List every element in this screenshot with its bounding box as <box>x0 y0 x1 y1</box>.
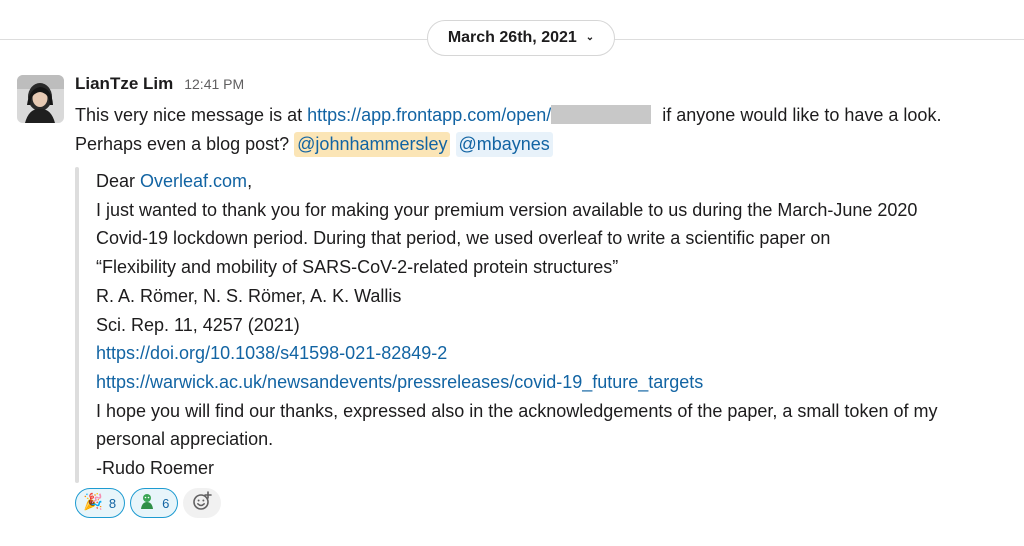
warwick-link[interactable]: https://warwick.ac.uk/newsandevents/pres… <box>96 372 703 392</box>
quote-line: personal appreciation. <box>96 429 274 450</box>
frontapp-link[interactable]: https://app.frontapp.com/open/ <box>307 105 551 125</box>
chevron-down-icon: ⌄ <box>585 31 595 43</box>
quote-line: Sci. Rep. 11, 4257 (2021) <box>96 314 300 335</box>
quote-line: R. A. Römer, N. S. Römer, A. K. Wallis <box>96 285 402 306</box>
green-emoji-icon <box>138 492 156 514</box>
quote-line: “Flexibility and mobility of SARS-CoV-2-… <box>96 257 619 278</box>
message-text: This very nice message is at <box>75 105 308 125</box>
quote-text: Dear <box>96 171 141 191</box>
mention-johnhammersley[interactable]: @johnhammersley <box>294 132 451 157</box>
sender-name[interactable]: LianTze Lim <box>75 74 173 94</box>
party-popper-icon: 🎉 <box>83 494 103 511</box>
message-text: Perhaps even a blog post? <box>75 134 295 154</box>
reaction-count: 8 <box>108 495 117 511</box>
message-text: if anyone would like to have a look. <box>657 105 942 125</box>
mention-mbaynes[interactable]: @mbaynes <box>455 132 553 157</box>
message-body: This very nice message is at https://app… <box>75 101 1005 159</box>
redacted-block <box>551 105 652 124</box>
quote-bar <box>75 167 79 483</box>
avatar[interactable] <box>17 75 64 123</box>
quoted-message: Dear Overleaf.com, I just wanted to than… <box>75 167 1005 483</box>
add-reaction-button[interactable] <box>183 488 222 518</box>
message: LianTze Lim 12:41 PM This very nice mess… <box>75 74 1005 483</box>
quote-line: I just wanted to thank you for making yo… <box>96 199 918 220</box>
message-timestamp[interactable]: 12:41 PM <box>184 76 244 92</box>
quote-text: , <box>247 171 253 191</box>
add-reaction-icon <box>191 490 213 517</box>
quote-line: Covid-19 lockdown period. During that pe… <box>96 228 831 249</box>
quote-line: I hope you will find our thanks, express… <box>96 400 938 421</box>
reaction-party[interactable]: 🎉 8 <box>75 488 126 518</box>
date-divider-button[interactable]: March 26th, 2021 ⌄ <box>427 20 615 56</box>
overleaf-link[interactable]: Overleaf.com <box>140 171 247 191</box>
reaction-count: 6 <box>162 495 170 511</box>
doi-link[interactable]: https://doi.org/10.1038/s41598-021-82849… <box>96 343 447 363</box>
reactions-bar: 🎉 8 6 <box>75 488 222 518</box>
quote-signature: -Rudo Roemer <box>96 458 215 479</box>
date-label: March 26th, 2021 <box>447 29 577 46</box>
reaction-green[interactable]: 6 <box>130 488 179 518</box>
